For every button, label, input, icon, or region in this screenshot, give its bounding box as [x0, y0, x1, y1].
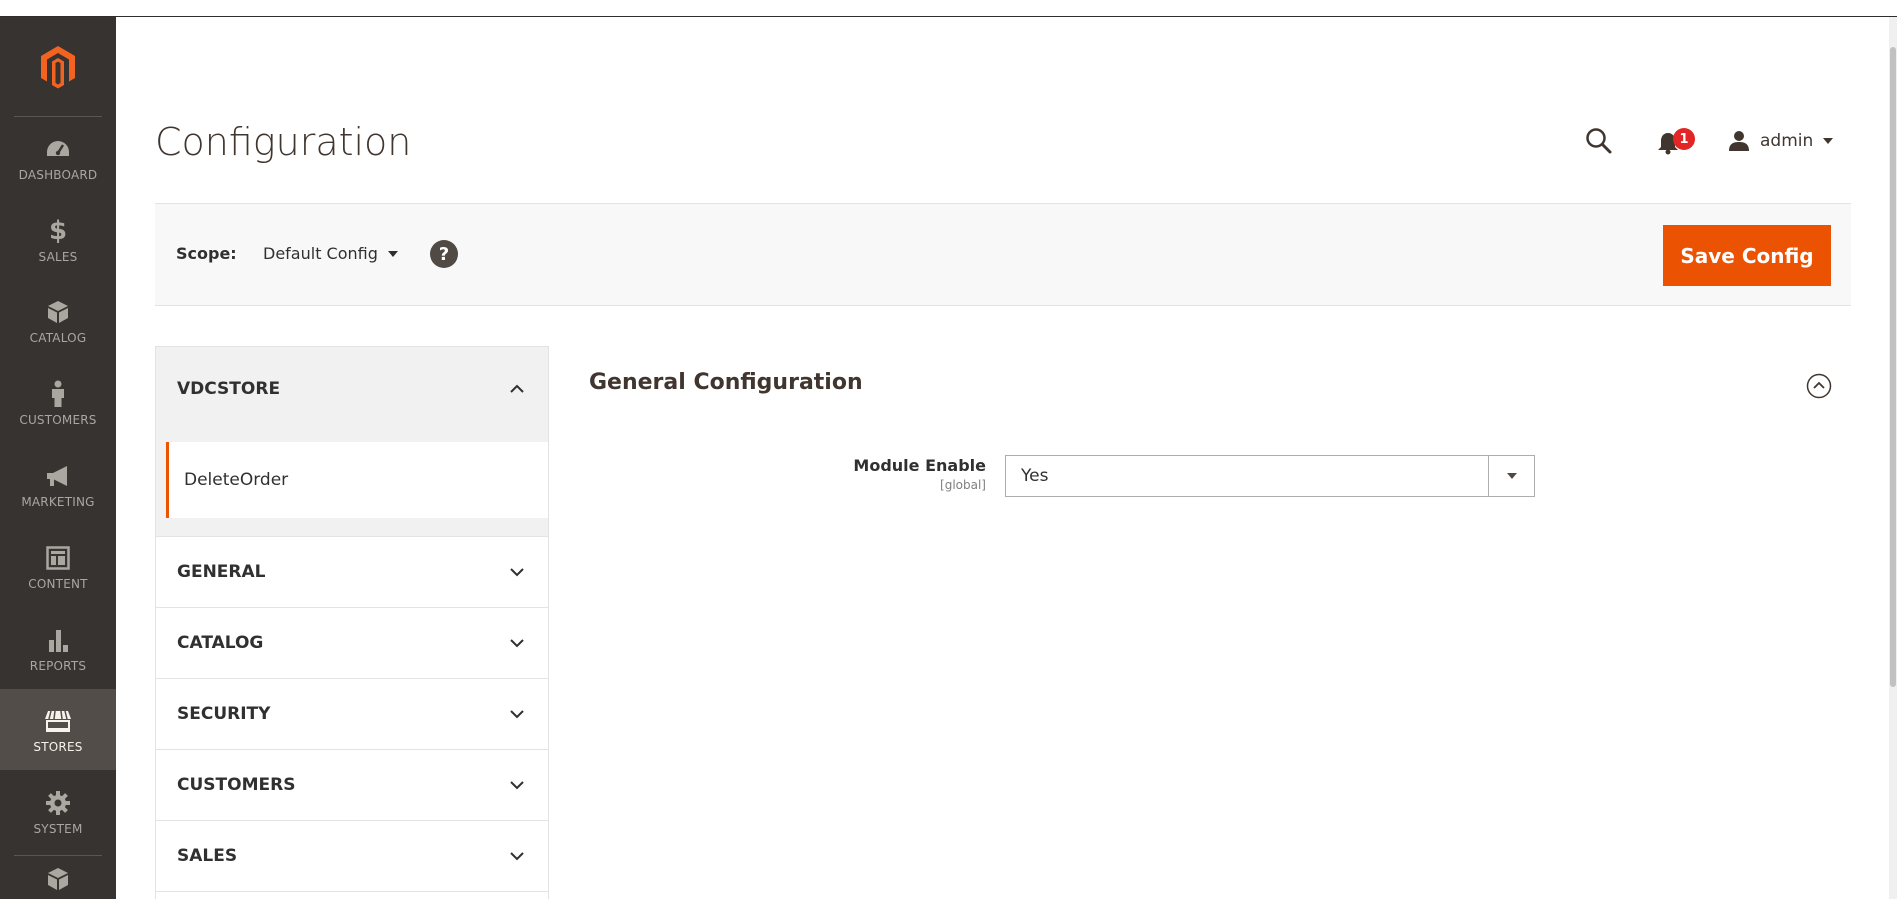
search-icon[interactable]: [1584, 126, 1614, 156]
tab-spacer: [155, 430, 549, 442]
admin-sidebar: DASHBOARD $ SALES CATALOG CUSTOMERS MARK…: [0, 17, 116, 899]
sidebar-item-customers[interactable]: CUSTOMERS: [0, 362, 116, 443]
box-icon: [43, 864, 73, 894]
sidebar-item-content[interactable]: CONTENT: [0, 526, 116, 607]
tab-spacer: [155, 518, 549, 536]
scope-switcher[interactable]: Default Config: [263, 244, 398, 263]
field-label-text: Module Enable: [853, 456, 986, 475]
chevron-down-icon: [510, 852, 524, 861]
tab-vdcstore[interactable]: VDCSTORE: [155, 346, 549, 430]
sidebar-item-extensions[interactable]: [0, 860, 116, 899]
page-scrollbar[interactable]: [1889, 17, 1897, 899]
section-title[interactable]: General Configuration: [589, 370, 863, 395]
gear-icon: [43, 788, 73, 818]
sidebar-item-label: STORES: [33, 739, 83, 754]
module-enable-select[interactable]: Yes: [1005, 455, 1535, 497]
module-enable-label: Module Enable [global]: [820, 456, 986, 492]
help-icon[interactable]: ?: [430, 240, 458, 268]
tab-title: SECURITY: [177, 704, 271, 724]
store-icon: [43, 706, 73, 736]
tab-next-partial[interactable]: [155, 891, 549, 899]
tab-security[interactable]: SECURITY: [155, 678, 549, 749]
user-icon: [1729, 131, 1749, 151]
person-icon: [43, 379, 73, 409]
chevron-down-icon: [510, 710, 524, 719]
page-title: Configuration: [155, 120, 412, 164]
layout-icon: [43, 543, 73, 573]
sidebar-item-label: SYSTEM: [33, 821, 83, 836]
scrollbar-thumb[interactable]: [1890, 47, 1896, 687]
tab-general[interactable]: GENERAL: [155, 536, 549, 607]
window-top-bar: [0, 0, 1897, 17]
sidebar-item-dashboard[interactable]: DASHBOARD: [0, 117, 116, 198]
tab-title: VDCSTORE: [177, 378, 281, 399]
caret-down-icon: [387, 250, 398, 257]
notifications-button[interactable]: 1: [1655, 126, 1697, 156]
chevron-down-icon: [510, 639, 524, 648]
select-arrow: [1488, 456, 1534, 496]
chevron-up-icon: [510, 384, 524, 393]
caret-down-icon: [1823, 138, 1834, 144]
caret-down-icon: [1506, 473, 1517, 479]
sidebar-item-reports[interactable]: REPORTS: [0, 608, 116, 689]
field-scope-text: [global]: [940, 478, 986, 492]
magento-logo-icon: [41, 46, 75, 89]
tab-customers[interactable]: CUSTOMERS: [155, 749, 549, 820]
select-value: Yes: [1021, 466, 1049, 486]
scope-value: Default Config: [263, 244, 378, 263]
sidebar-item-catalog[interactable]: CATALOG: [0, 280, 116, 361]
config-tabs: VDCSTORE DeleteOrder GENERAL CATALOG SEC…: [155, 346, 549, 899]
tab-catalog[interactable]: CATALOG: [155, 607, 549, 678]
user-name: admin: [1760, 131, 1814, 151]
sidebar-item-marketing[interactable]: MARKETING: [0, 444, 116, 525]
scope-bar: Scope: Default Config ? Save Config: [155, 203, 1851, 306]
sidebar-item-stores[interactable]: STORES: [0, 689, 116, 770]
dollar-icon: $: [48, 215, 68, 246]
bar-chart-icon: [43, 625, 73, 655]
sidebar-item-sales[interactable]: $ SALES: [0, 199, 116, 280]
sidebar-separator: [14, 855, 102, 856]
sidebar-item-system[interactable]: SYSTEM: [0, 771, 116, 852]
dashboard-icon: [43, 134, 73, 164]
collapse-circle-icon[interactable]: [1806, 373, 1832, 399]
sidebar-item-label: CATALOG: [29, 330, 87, 345]
scope-label: Scope:: [176, 244, 237, 263]
sidebar-item-label: SALES: [38, 249, 78, 264]
tab-sales[interactable]: SALES: [155, 820, 549, 891]
tab-title: SALES: [177, 846, 238, 866]
sidebar-item-label: MARKETING: [21, 494, 95, 509]
megaphone-icon: [43, 461, 73, 491]
chevron-down-icon: [510, 781, 524, 790]
tab-deleteorder[interactable]: DeleteOrder: [166, 442, 548, 518]
sidebar-item-label: REPORTS: [29, 658, 87, 673]
sidebar-item-label: DASHBOARD: [18, 167, 98, 182]
tab-title: CATALOG: [177, 633, 264, 653]
tab-sub-list: DeleteOrder: [155, 442, 549, 518]
save-config-button[interactable]: Save Config: [1663, 225, 1831, 286]
user-menu[interactable]: admin: [1728, 126, 1834, 156]
sidebar-item-label: CUSTOMERS: [19, 412, 97, 427]
chevron-down-icon: [510, 568, 524, 577]
tab-title: GENERAL: [177, 562, 266, 582]
tab-title: CUSTOMERS: [177, 775, 296, 795]
box-icon: [43, 297, 73, 327]
magento-logo[interactable]: [0, 17, 116, 117]
sidebar-item-label: CONTENT: [28, 576, 88, 591]
notification-badge: 1: [1673, 128, 1695, 150]
